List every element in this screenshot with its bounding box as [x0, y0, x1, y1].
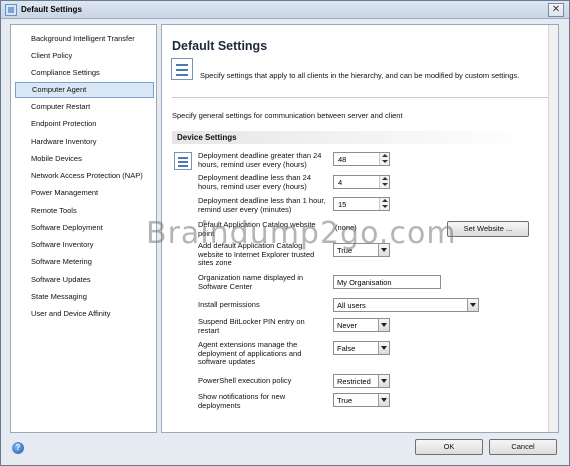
sidebar-item-mobile-devices[interactable]: Mobile Devices — [15, 151, 154, 167]
dropdown-value: True — [337, 396, 353, 405]
settings-list-icon — [171, 58, 193, 80]
setting-label: Deployment deadline less than 24 hours, … — [198, 173, 311, 191]
sidebar-item-power-management[interactable]: Power Management — [15, 185, 154, 201]
section-header: Device Settings — [172, 131, 532, 144]
sidebar-item-software-metering[interactable]: Software Metering — [15, 254, 154, 270]
setting-label: Suspend BitLocker PIN entry on restart — [198, 317, 305, 335]
sidebar-item-software-deployment[interactable]: Software Deployment — [15, 220, 154, 236]
sidebar-item-endpoint-protection[interactable]: Endpoint Protection — [15, 116, 154, 132]
sidebar-item-background-intelligent-transfer[interactable]: Background Intelligent Transfer — [15, 31, 154, 47]
device-settings-icon — [174, 152, 192, 170]
sidebar-item-compliance-settings[interactable]: Compliance Settings — [15, 65, 154, 81]
sidebar-item-state-messaging[interactable]: State Messaging — [15, 289, 154, 305]
sidebar-item-computer-agent[interactable]: Computer Agent — [15, 82, 154, 98]
sidebar-item-remote-tools[interactable]: Remote Tools — [15, 203, 154, 219]
sidebar-item-computer-restart[interactable]: Computer Restart — [15, 99, 154, 115]
page-subheading: Specify general settings for communicati… — [172, 111, 403, 120]
stepper-value: 4 — [338, 178, 343, 187]
title-bar[interactable]: Default Settings ✕ — [1, 1, 569, 19]
vertical-scrollbar[interactable] — [548, 25, 558, 432]
organization-name-input[interactable]: My Organisation — [333, 275, 441, 289]
sidebar-item-nap[interactable]: Network Access Protection (NAP) — [15, 168, 154, 184]
reminder-hours-lt24-stepper[interactable]: 4 — [333, 175, 390, 189]
dropdown-value: All users — [337, 301, 366, 310]
input-value: My Organisation — [337, 278, 392, 287]
stepper-value: 48 — [338, 155, 347, 164]
bitlocker-pin-dropdown[interactable]: Never — [333, 318, 390, 332]
close-button[interactable]: ✕ — [548, 3, 564, 17]
ok-button[interactable]: OK — [415, 439, 483, 455]
dropdown-value: Never — [337, 321, 358, 330]
page-description: Specify settings that apply to all clien… — [200, 71, 520, 80]
sidebar-item-user-device-affinity[interactable]: User and Device Affinity — [15, 306, 154, 322]
chevron-down-icon[interactable] — [378, 375, 389, 387]
set-website-button[interactable]: Set Website ... — [447, 221, 529, 237]
install-permissions-dropdown[interactable]: All users — [333, 298, 479, 312]
reminder-hours-gt24-stepper[interactable]: 48 — [333, 152, 390, 166]
divider — [172, 97, 550, 98]
section-header-label: Device Settings — [177, 133, 237, 142]
dialog-window: Default Settings ✕ Background Intelligen… — [0, 0, 570, 466]
chevron-down-icon[interactable] — [378, 342, 389, 354]
deployment-notifications-dropdown[interactable]: True — [333, 393, 390, 407]
reminder-minutes-lt1h-stepper[interactable]: 15 — [333, 197, 390, 211]
cancel-button[interactable]: Cancel — [489, 439, 557, 455]
help-icon[interactable]: ? — [12, 442, 24, 454]
powershell-policy-dropdown[interactable]: Restricted — [333, 374, 390, 388]
stepper-arrows[interactable] — [379, 153, 389, 165]
sidebar-item-client-policy[interactable]: Client Policy — [15, 48, 154, 64]
setting-label: Deployment deadline greater than 24 hour… — [198, 151, 322, 169]
chevron-down-icon[interactable] — [378, 394, 389, 406]
sidebar-item-software-inventory[interactable]: Software Inventory — [15, 237, 154, 253]
dropdown-value: Restricted — [337, 377, 371, 386]
window-title: Default Settings — [21, 5, 82, 14]
watermark: Braindump2go.com — [146, 216, 457, 251]
stepper-arrows[interactable] — [379, 176, 389, 188]
sidebar-item-hardware-inventory[interactable]: Hardware Inventory — [15, 134, 154, 150]
settings-sidebar: Background Intelligent Transfer Client P… — [10, 24, 157, 433]
window-icon — [5, 4, 17, 16]
page-title: Default Settings — [172, 39, 268, 53]
sidebar-item-software-updates[interactable]: Software Updates — [15, 272, 154, 288]
chevron-down-icon[interactable] — [467, 299, 478, 311]
setting-label: Deployment deadline less than 1 hour, re… — [198, 196, 326, 214]
setting-label: Install permissions — [198, 300, 260, 309]
setting-label: Organization name displayed in Software … — [198, 273, 304, 291]
dropdown-value: False — [337, 344, 356, 353]
stepper-value: 15 — [338, 200, 347, 209]
setting-label: PowerShell execution policy — [198, 376, 292, 385]
stepper-arrows[interactable] — [379, 198, 389, 210]
agent-extensions-dropdown[interactable]: False — [333, 341, 390, 355]
chevron-down-icon[interactable] — [378, 319, 389, 331]
setting-label: Agent extensions manage the deployment o… — [198, 340, 302, 366]
setting-label: Show notifications for new deployments — [198, 392, 286, 410]
